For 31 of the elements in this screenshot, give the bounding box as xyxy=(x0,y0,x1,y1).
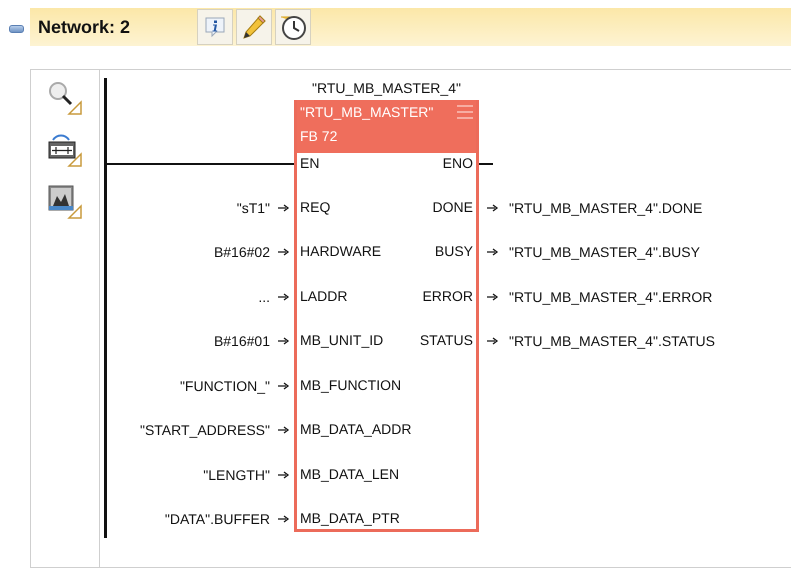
output-operand: "RTU_MB_MASTER_4".ERROR xyxy=(509,288,712,304)
input-operand: "DATA".BUFFER xyxy=(164,511,270,527)
pin-label: LADDR xyxy=(300,288,348,304)
input-operand: ... xyxy=(258,288,270,304)
output-operand: "RTU_MB_MASTER_4".DONE xyxy=(509,200,702,216)
input-operand: "LENGTH" xyxy=(203,466,270,482)
input-operand: B#16#01 xyxy=(214,333,270,349)
function-block[interactable]: "RTU_MB_MASTER" FB 72 EN ENO REQ DONE HARDWARE BUSY LADDR ERROR MB_UNIT_ID STATUS MB_FUNCTION MB_DATA_ADDR MB_DATA_LEN MB_DATA_PTR xyxy=(294,100,479,532)
input-operand: "START_ADDRESS" xyxy=(140,422,270,438)
block-name: "RTU_MB_MASTER" xyxy=(300,104,434,120)
pin-label: REQ xyxy=(300,198,330,214)
pin-label: DONE xyxy=(432,198,473,214)
output-operand: "RTU_MB_MASTER_4".STATUS xyxy=(509,333,715,349)
pin-label: ERROR xyxy=(422,288,473,304)
pin-label: MB_FUNCTION xyxy=(300,376,402,392)
output-operand: "RTU_MB_MASTER_4".BUSY xyxy=(509,244,700,260)
pin-label: BUSY xyxy=(434,243,473,259)
block-number: FB 72 xyxy=(300,128,338,144)
pin-label: HARDWARE xyxy=(300,243,382,259)
instance-name: "RTU_MB_MASTER_4" xyxy=(311,79,462,98)
pin-label: MB_DATA_LEN xyxy=(300,466,400,482)
pin-label: MB_DATA_ADDR xyxy=(300,421,412,437)
network-title: Network: 2 xyxy=(38,16,132,38)
pin-label: MB_DATA_PTR xyxy=(300,510,400,526)
input-operand: "sT1" xyxy=(236,200,270,216)
input-operand: "FUNCTION_" xyxy=(180,378,270,394)
pin-label: STATUS xyxy=(420,332,473,348)
pin-label: EN xyxy=(300,155,320,171)
pin-label: MB_UNIT_ID xyxy=(300,332,384,348)
pin-label: ENO xyxy=(442,155,473,171)
input-operand: B#16#02 xyxy=(214,244,270,260)
